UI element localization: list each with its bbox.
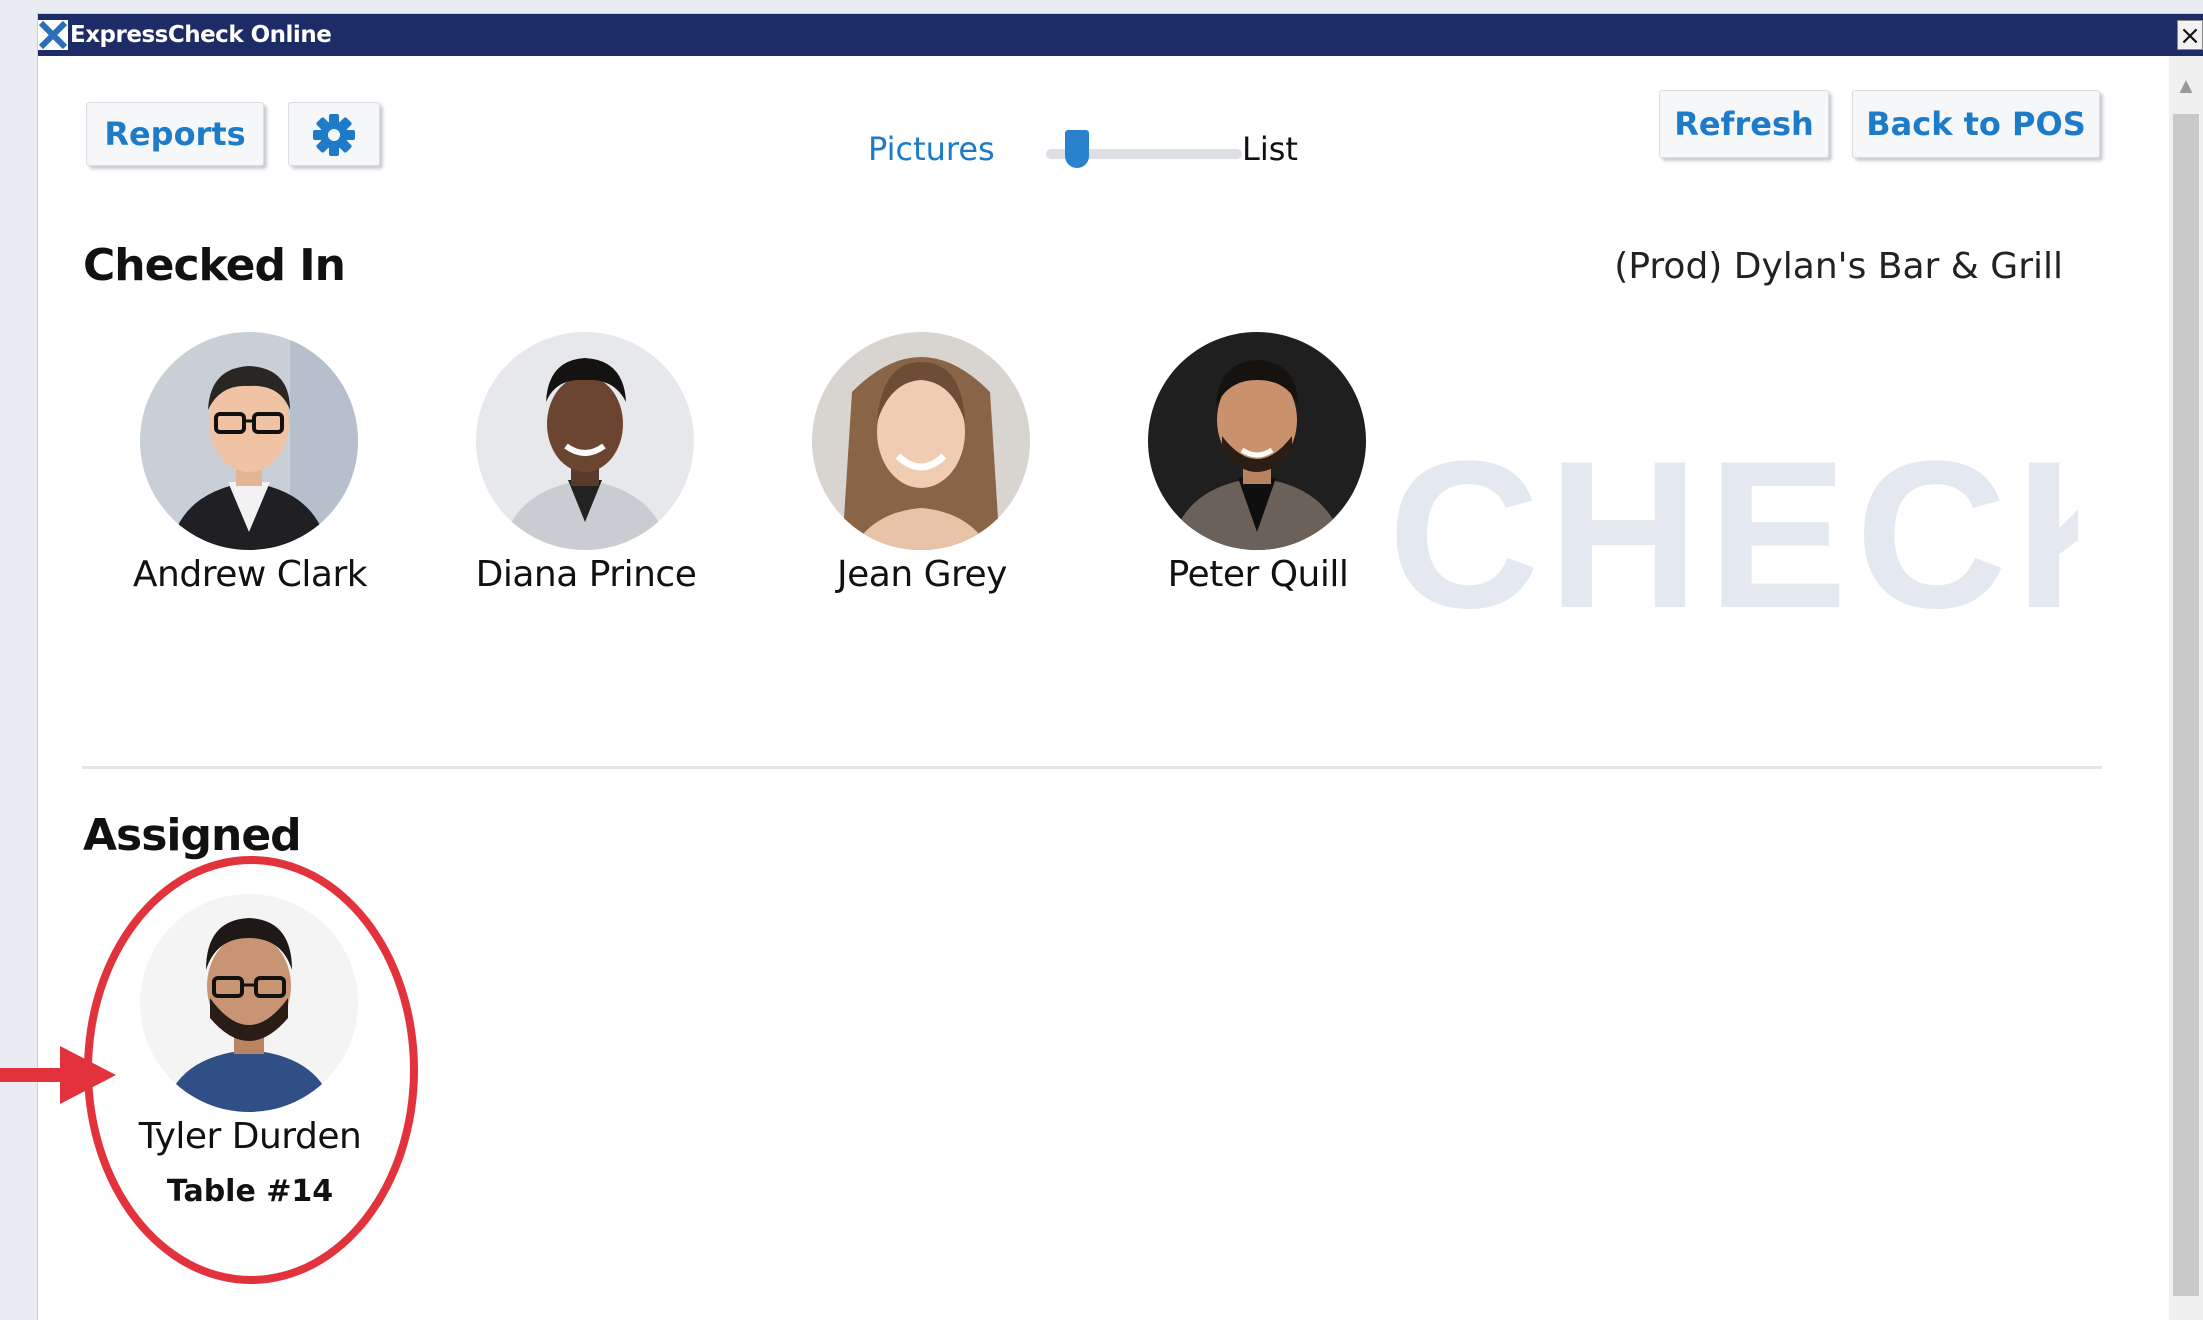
back-to-pos-button[interactable]: Back to POS xyxy=(1852,90,2100,158)
avatar xyxy=(812,332,1030,550)
avatar xyxy=(476,332,694,550)
reports-button[interactable]: Reports xyxy=(86,102,264,166)
highlight-annotation-ellipse xyxy=(84,856,418,1284)
close-button[interactable]: × xyxy=(2177,20,2203,51)
pictures-view-label[interactable]: Pictures xyxy=(868,130,995,168)
person-name: Andrew Clark xyxy=(132,554,368,595)
window-title: ExpressCheck Online xyxy=(70,22,332,48)
scroll-up-arrow-icon[interactable]: ▲ xyxy=(2169,66,2203,106)
scroll-thumb[interactable] xyxy=(2173,114,2199,1296)
person-name: Jean Grey xyxy=(837,554,1007,595)
settings-button[interactable] xyxy=(288,102,380,166)
person-name: Diana Prince xyxy=(475,554,697,595)
vertical-scrollbar[interactable]: ▲ xyxy=(2169,56,2203,1320)
app-logo-icon xyxy=(38,20,68,50)
avatar xyxy=(140,332,358,550)
list-view-label[interactable]: List xyxy=(1242,130,1298,168)
location-label: (Prod) Dylan's Bar & Grill xyxy=(1614,246,2063,287)
title-bar: ExpressCheck Online × xyxy=(38,14,2203,56)
checked-in-heading: Checked In xyxy=(83,240,346,291)
section-divider xyxy=(82,766,2102,769)
assigned-heading: Assigned xyxy=(83,810,302,861)
refresh-button[interactable]: Refresh xyxy=(1659,90,1829,158)
gear-icon xyxy=(313,114,355,156)
view-toggle-thumb[interactable] xyxy=(1065,130,1089,168)
arrow-annotation-icon xyxy=(0,1046,116,1104)
avatar xyxy=(1148,332,1366,550)
watermark: CHECK xyxy=(1388,417,2078,652)
person-name: Peter Quill xyxy=(1167,554,1349,595)
